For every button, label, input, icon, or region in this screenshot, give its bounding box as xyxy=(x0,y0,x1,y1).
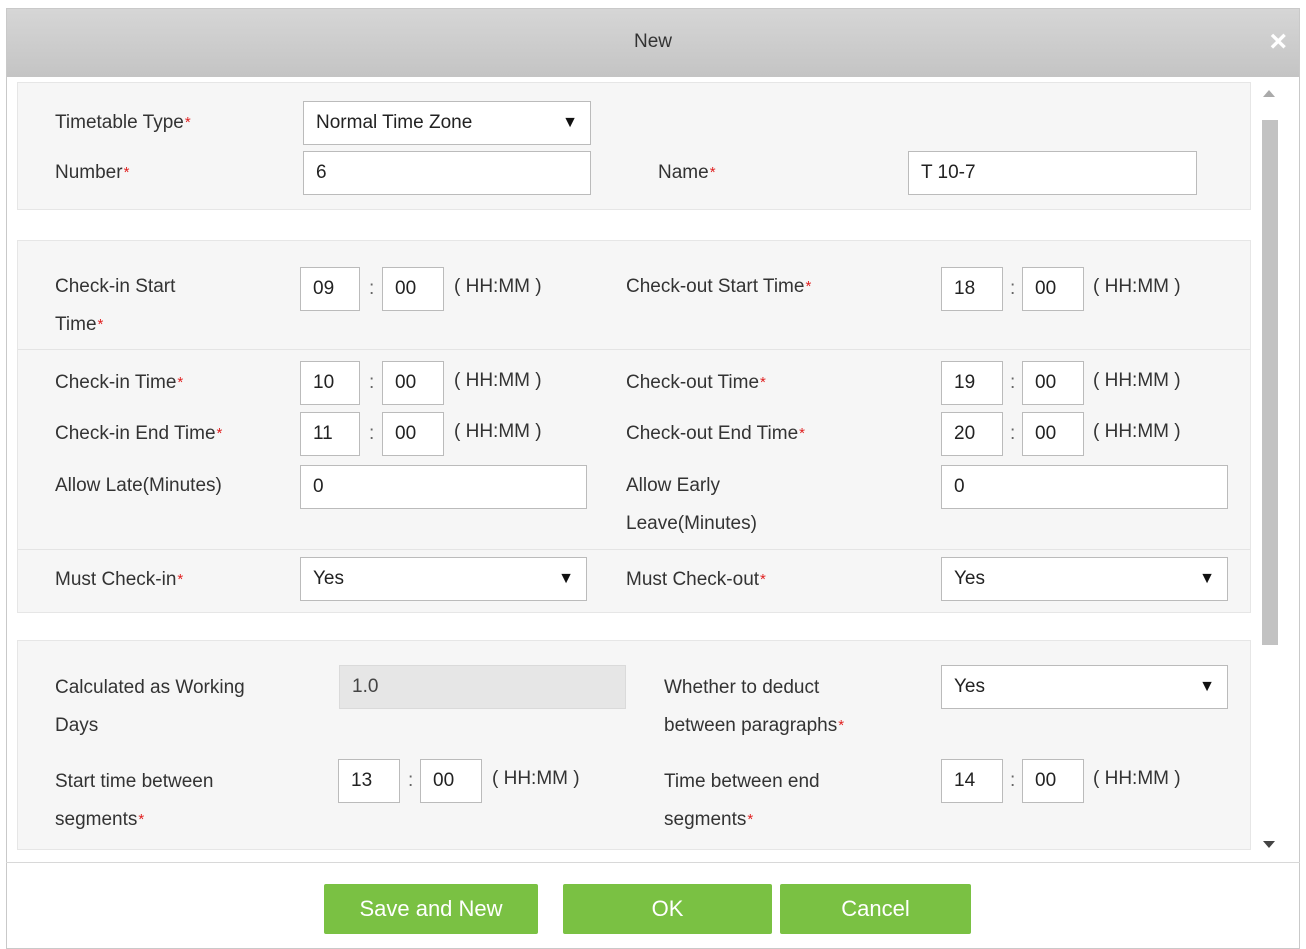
deduct-between-label: Whether to deduct between paragraphs* xyxy=(664,677,845,736)
chevron-down-icon: ▼ xyxy=(558,570,574,587)
checkout-hour-input[interactable]: 19 xyxy=(941,361,1003,405)
chevron-down-icon: ▼ xyxy=(562,114,578,131)
time-format-hint: ( HH:MM ) xyxy=(1093,768,1181,789)
time-separator: : xyxy=(369,278,375,299)
required-marker: * xyxy=(838,717,845,734)
checkout-end-label: Check-out End Time* xyxy=(626,423,805,444)
time-separator: : xyxy=(408,770,414,791)
name-label: Name* xyxy=(658,162,716,183)
required-marker: * xyxy=(799,425,805,442)
required-marker: * xyxy=(97,316,104,333)
checkout-start-minute-input[interactable]: 00 xyxy=(1022,267,1084,311)
time-separator: : xyxy=(369,372,375,393)
time-separator: : xyxy=(1010,770,1016,791)
working-days-label: Calculated as Working Days xyxy=(55,677,245,736)
checkin-end-label: Check-in End Time* xyxy=(55,423,223,444)
time-format-hint: ( HH:MM ) xyxy=(454,421,542,442)
must-checkin-label: Must Check-in* xyxy=(55,569,184,590)
close-icon[interactable]: × xyxy=(1269,27,1287,57)
required-marker: * xyxy=(760,374,766,391)
start-between-segments-label: Start time between segments* xyxy=(55,771,214,830)
time-separator: : xyxy=(1010,278,1016,299)
row-divider xyxy=(18,549,1250,550)
time-format-hint: ( HH:MM ) xyxy=(1093,276,1181,297)
cancel-button[interactable]: Cancel xyxy=(780,884,971,934)
segment-settings-section: Calculated as Working Days 1.0 Whether to… xyxy=(17,640,1251,850)
required-marker: * xyxy=(805,278,812,295)
checkout-minute-input[interactable]: 00 xyxy=(1022,361,1084,405)
required-marker: * xyxy=(216,425,223,442)
ok-button[interactable]: OK xyxy=(563,884,772,934)
time-separator: : xyxy=(369,423,375,444)
name-input[interactable]: T 10-7 xyxy=(908,151,1197,195)
allow-late-label: Allow Late(Minutes) xyxy=(55,475,222,496)
allow-early-leave-label: Allow Early Leave(Minutes) xyxy=(626,475,757,534)
chevron-down-icon: ▼ xyxy=(1199,678,1215,695)
scroll-down-icon[interactable] xyxy=(1263,841,1275,848)
required-marker: * xyxy=(123,164,130,181)
checkin-start-hour-input[interactable]: 09 xyxy=(300,267,360,311)
deduct-between-select[interactable]: Yes ▼ xyxy=(941,665,1228,709)
end-between-hour-input[interactable]: 14 xyxy=(941,759,1003,803)
time-format-hint: ( HH:MM ) xyxy=(1093,421,1181,442)
checkout-time-label: Check-out Time* xyxy=(626,372,766,393)
required-marker: * xyxy=(177,374,184,391)
start-between-hour-input[interactable]: 13 xyxy=(338,759,400,803)
checkin-minute-input[interactable]: 00 xyxy=(382,361,444,405)
checkin-start-minute-input[interactable]: 00 xyxy=(382,267,444,311)
dialog-title: New xyxy=(633,31,672,52)
end-between-segments-label: Time between end segments* xyxy=(664,771,820,830)
basic-info-section: Timetable Type* Normal Time Zone ▼ Number… xyxy=(17,82,1251,210)
footer-divider xyxy=(6,862,1300,863)
checkout-end-hour-input[interactable]: 20 xyxy=(941,412,1003,456)
checkout-start-hour-input[interactable]: 18 xyxy=(941,267,1003,311)
number-input[interactable]: 6 xyxy=(303,151,591,195)
required-marker: * xyxy=(177,571,184,588)
checkout-end-minute-input[interactable]: 00 xyxy=(1022,412,1084,456)
scrollbar-thumb[interactable] xyxy=(1262,120,1278,645)
allow-late-input[interactable]: 0 xyxy=(300,465,587,509)
checkin-start-label: Check-in Start Time* xyxy=(55,276,176,335)
allow-early-leave-input[interactable]: 0 xyxy=(941,465,1228,509)
save-and-new-button[interactable]: Save and New xyxy=(324,884,538,934)
row-divider xyxy=(18,349,1250,350)
chevron-down-icon: ▼ xyxy=(1199,570,1215,587)
timetable-type-select[interactable]: Normal Time Zone ▼ xyxy=(303,101,591,145)
end-between-minute-input[interactable]: 00 xyxy=(1022,759,1084,803)
must-checkout-select[interactable]: Yes ▼ xyxy=(941,557,1228,601)
time-format-hint: ( HH:MM ) xyxy=(454,276,542,297)
form-scrollbar[interactable] xyxy=(1260,90,1280,850)
time-settings-section: Check-in Start Time* 09 : 00 ( HH:MM ) Ch… xyxy=(17,240,1251,613)
must-checkin-select[interactable]: Yes ▼ xyxy=(300,557,587,601)
required-marker: * xyxy=(138,811,145,828)
checkin-end-minute-input[interactable]: 00 xyxy=(382,412,444,456)
checkin-end-hour-input[interactable]: 11 xyxy=(300,412,360,456)
dialog-titlebar: New × xyxy=(7,9,1299,77)
required-marker: * xyxy=(760,571,766,588)
time-format-hint: ( HH:MM ) xyxy=(492,768,580,789)
time-separator: : xyxy=(1010,372,1016,393)
number-label: Number* xyxy=(55,162,130,183)
checkin-time-label: Check-in Time* xyxy=(55,372,184,393)
required-marker: * xyxy=(184,114,191,131)
timetable-type-label: Timetable Type* xyxy=(55,112,191,133)
checkin-hour-input[interactable]: 10 xyxy=(300,361,360,405)
required-marker: * xyxy=(709,164,716,181)
time-separator: : xyxy=(1010,423,1016,444)
time-format-hint: ( HH:MM ) xyxy=(1093,370,1181,391)
working-days-input: 1.0 xyxy=(339,665,626,709)
checkout-start-label: Check-out Start Time* xyxy=(626,276,812,297)
scroll-up-icon[interactable] xyxy=(1263,90,1275,97)
start-between-minute-input[interactable]: 00 xyxy=(420,759,482,803)
required-marker: * xyxy=(747,811,754,828)
time-format-hint: ( HH:MM ) xyxy=(454,370,542,391)
must-checkout-label: Must Check-out* xyxy=(626,569,766,590)
